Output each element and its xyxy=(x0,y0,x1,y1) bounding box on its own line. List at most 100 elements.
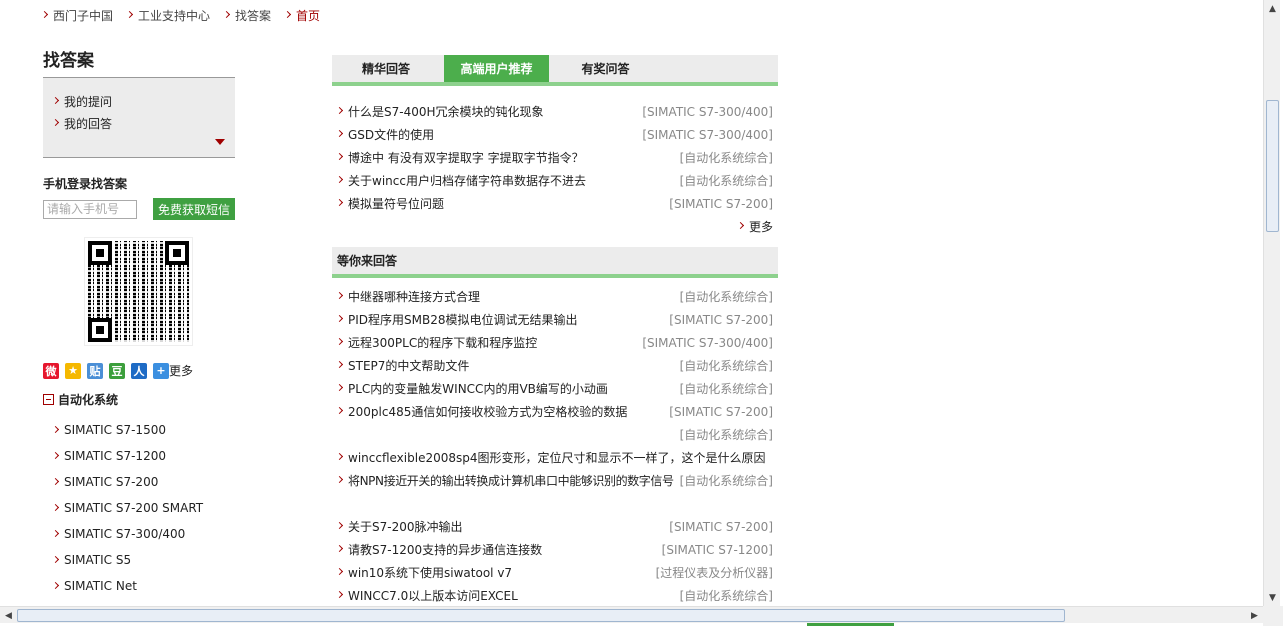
chevron-right-icon xyxy=(222,10,231,19)
scroll-right-arrow-icon[interactable]: ▶ xyxy=(1246,607,1263,624)
list-item[interactable]: 远程300PLC的程序下载和程序监控 [SIMATIC S7-300/400] xyxy=(332,331,778,354)
list-item[interactable]: 什么是S7-400H冗余模块的钝化现象 [SIMATIC S7-300/400] xyxy=(332,100,778,123)
category-item[interactable]: SIMATIC S7-200 xyxy=(43,469,235,495)
tab-reward-qa[interactable]: 有奖问答 xyxy=(553,55,658,82)
share-bar: 微 ★ 贴 豆 人 + 更多 xyxy=(43,362,235,379)
qzone-icon[interactable]: ★ xyxy=(65,362,81,379)
tab-premium-user-picks[interactable]: 高端用户推荐 xyxy=(444,55,549,82)
vertical-scrollbar[interactable]: ▲ ▼ xyxy=(1263,0,1280,606)
chevron-right-icon xyxy=(51,451,60,459)
horizontal-scroll-thumb[interactable] xyxy=(17,609,1065,622)
plus-icon[interactable]: + xyxy=(153,362,169,379)
mobile-login-row: 免费获取短信 xyxy=(43,198,235,220)
chevron-right-icon xyxy=(284,10,292,19)
chevron-right-icon xyxy=(51,529,60,537)
more-link[interactable]: 更多 xyxy=(332,215,778,238)
list-item[interactable]: PID程序用SMB28模拟电位调试无结果输出 [SIMATIC S7-200] xyxy=(332,308,778,331)
list-item[interactable]: 博途中 有没有双字提取字 字提取字节指令？ [自动化系统综合] xyxy=(332,146,778,169)
chevron-right-icon xyxy=(335,521,344,530)
chevron-right-icon xyxy=(51,581,60,589)
chevron-right-icon xyxy=(335,544,344,553)
list-item[interactable]: GSD文件的使用 [SIMATIC S7-300/400] xyxy=(332,123,778,146)
category-list: SIMATIC S7-1500 SIMATIC S7-1200 SIMATIC … xyxy=(43,417,235,599)
chevron-right-icon xyxy=(51,96,60,104)
vertical-scroll-thumb[interactable] xyxy=(1266,100,1279,232)
chevron-right-icon xyxy=(335,152,344,161)
breadcrumb-item-find-answer[interactable]: 找答案 xyxy=(222,7,271,24)
left-sidebar: 找答案 我的提问 我的回答 手机登录找答案 免费获取短信 微 ★ 贴 豆 人 +… xyxy=(43,46,235,599)
chevron-right-icon xyxy=(335,198,344,207)
list-item[interactable]: PLC内的变量触发WINCC内的用VB编写的小动画 [自动化系统综合] xyxy=(332,377,778,400)
waiting-section-title: 等你来回答 xyxy=(332,247,778,278)
chevron-right-icon xyxy=(335,475,344,484)
chevron-right-icon xyxy=(335,590,344,599)
chevron-right-icon xyxy=(335,360,344,369)
chevron-right-icon xyxy=(125,10,134,19)
chevron-right-icon xyxy=(335,567,344,576)
tieba-icon[interactable]: 贴 xyxy=(87,362,103,379)
qr-finder-pattern xyxy=(88,241,112,265)
breadcrumb: 西门子中国 工业支持中心 找答案 首页 xyxy=(40,7,320,24)
list-item[interactable]: winccflexible2008sp4图形变形，定位尺寸和显示不一样了，这个是… xyxy=(332,446,778,469)
chevron-right-icon xyxy=(335,314,344,323)
chevron-right-icon xyxy=(51,503,60,511)
horizontal-scrollbar[interactable]: ◀ ▶ xyxy=(0,606,1263,623)
phone-input[interactable] xyxy=(43,199,137,219)
chevron-right-icon xyxy=(736,221,745,230)
expand-triangle-icon[interactable] xyxy=(215,139,225,145)
tab-bar: 精华回答 高端用户推荐 有奖问答 xyxy=(332,55,778,86)
list-item[interactable]: 200plc485通信如何接收校验方式为空格校验的数据 [SIMATIC S7-2… xyxy=(332,400,778,423)
category-item[interactable]: SIMATIC S5 xyxy=(43,547,235,573)
chevron-right-icon xyxy=(335,406,344,415)
list-item-category-only: [自动化系统综合] xyxy=(679,428,773,442)
chevron-right-icon xyxy=(335,383,344,392)
breadcrumb-item-support-center[interactable]: 工业支持中心 xyxy=(125,7,210,24)
my-questions-link[interactable]: 我的提问 xyxy=(51,90,225,112)
list-item[interactable]: 关于S7-200脉冲输出 [SIMATIC S7-200] xyxy=(332,515,778,538)
chevron-right-icon xyxy=(335,452,344,461)
list-item[interactable]: 中继器哪种连接方式合理 [自动化系统综合] xyxy=(332,285,778,308)
chevron-right-icon xyxy=(335,291,344,300)
list-item[interactable]: 请教S7-1200支持的异步通信连接数 [SIMATIC S7-1200] xyxy=(332,538,778,561)
qr-finder-pattern xyxy=(165,241,189,265)
collapse-icon[interactable] xyxy=(43,394,54,405)
scroll-up-arrow-icon[interactable]: ▲ xyxy=(1264,0,1281,17)
chevron-right-icon xyxy=(335,175,344,184)
category-item[interactable]: SIMATIC S7-200 SMART xyxy=(43,495,235,521)
list-item[interactable]: 模拟量符号位问题 [SIMATIC S7-200] xyxy=(332,192,778,215)
breadcrumb-item-home[interactable]: 首页 xyxy=(284,7,320,24)
douban-icon[interactable]: 豆 xyxy=(109,362,125,379)
main-content: 精华回答 高端用户推荐 有奖问答 什么是S7-400H冗余模块的钝化现象 [SIM… xyxy=(332,55,778,607)
chevron-right-icon xyxy=(335,129,344,138)
page-title: 找答案 xyxy=(43,46,235,78)
list-item[interactable]: 将NPN接近开关的输出转换成计算机串口中能够识别的数字信号 [自动化系统综合] xyxy=(332,469,778,492)
renren-icon[interactable]: 人 xyxy=(131,362,147,379)
chevron-right-icon xyxy=(51,555,60,563)
waiting-question-list: 中继器哪种连接方式合理 [自动化系统综合] PID程序用SMB28模拟电位调试无结… xyxy=(332,285,778,492)
category-title[interactable]: 自动化系统 xyxy=(43,391,235,408)
category-item[interactable]: SIMATIC Net xyxy=(43,573,235,599)
qr-code xyxy=(84,237,193,346)
list-item[interactable]: win10系统下使用siwatool v7 [过程仪表及分析仪器] xyxy=(332,561,778,584)
list-item[interactable]: 关于wincc用户归档存储字符串数据存不进去 [自动化系统综合] xyxy=(332,169,778,192)
category-item[interactable]: SIMATIC S7-1200 xyxy=(43,443,235,469)
my-answers-link[interactable]: 我的回答 xyxy=(51,112,225,134)
weibo-icon[interactable]: 微 xyxy=(43,362,59,379)
list-item[interactable]: WINCC7.0以上版本访问EXCEL [自动化系统综合] xyxy=(332,584,778,607)
chevron-right-icon xyxy=(335,337,344,346)
chevron-right-icon xyxy=(335,106,344,115)
get-sms-button[interactable]: 免费获取短信 xyxy=(153,198,235,220)
scroll-left-arrow-icon[interactable]: ◀ xyxy=(0,607,17,624)
scrollbar-corner xyxy=(1263,606,1283,626)
mobile-login-title: 手机登录找答案 xyxy=(43,177,128,191)
list-item[interactable]: STEP7的中文帮助文件 [自动化系统综合] xyxy=(332,354,778,377)
share-more-link[interactable]: 更多 xyxy=(169,362,193,379)
chevron-right-icon xyxy=(51,425,60,433)
category-item[interactable]: SIMATIC S7-1500 xyxy=(43,417,235,443)
chevron-right-icon xyxy=(51,118,60,126)
scroll-down-arrow-icon[interactable]: ▼ xyxy=(1264,589,1281,606)
category-item[interactable]: SIMATIC S7-300/400 xyxy=(43,521,235,547)
chevron-right-icon xyxy=(51,477,60,485)
tab-featured-answers[interactable]: 精华回答 xyxy=(332,55,440,82)
breadcrumb-item-siemens-china[interactable]: 西门子中国 xyxy=(40,7,113,24)
